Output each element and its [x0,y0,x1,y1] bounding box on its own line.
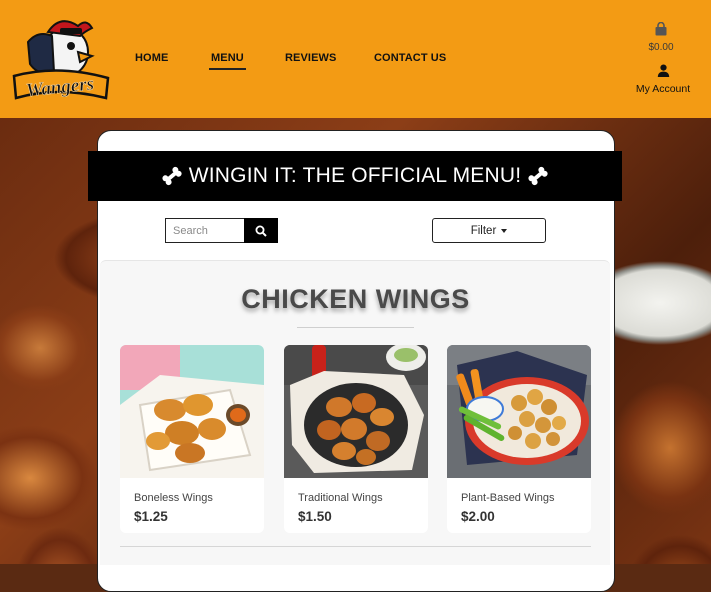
shopping-bag-icon [655,21,667,36]
plant-based-wings-photo [447,345,591,478]
menu-item-card[interactable]: Plant-Based Wings $2.00 [447,345,591,533]
search-form [165,218,278,243]
nav-reviews-link[interactable]: REVIEWS [285,52,336,64]
menu-item-price: $2.00 [461,509,495,524]
bone-icon [528,166,548,186]
site-header: Wangers HOME MENU REVIEWS CONTACT US $0.… [0,0,711,118]
menu-item-name: Boneless Wings [134,492,213,504]
menu-item-card[interactable]: Traditional Wings $1.50 [284,345,428,533]
my-account-button[interactable]: My Account [632,64,694,95]
boneless-wings-photo [120,345,264,478]
bone-icon [162,166,182,186]
banner-title: WINGIN IT: THE OFFICIAL MENU! [188,164,522,187]
nav-menu-link[interactable]: MENU [209,52,246,70]
nav-contact-link[interactable]: CONTACT US [374,52,446,64]
menu-item-price: $1.50 [298,509,332,524]
menu-item-price: $1.25 [134,509,168,524]
my-account-label: My Account [635,83,691,95]
menu-banner: WINGIN IT: THE OFFICIAL MENU! [88,151,622,201]
cart-button[interactable]: $0.00 [640,21,682,53]
wangers-logo[interactable]: Wangers [8,12,112,104]
search-button[interactable] [244,218,278,243]
menu-item-name: Traditional Wings [298,492,383,504]
user-icon [657,64,669,77]
search-input[interactable] [165,218,245,243]
search-icon [255,225,267,237]
caret-down-icon [501,228,508,233]
traditional-wings-photo [284,345,428,478]
section-bottom-divider [120,546,591,547]
menu-item-card[interactable]: Boneless Wings $1.25 [120,345,264,533]
section-title: CHICKEN WINGS [241,284,470,314]
menu-item-name: Plant-Based Wings [461,492,555,504]
cart-total: $0.00 [648,42,674,53]
section-divider [297,327,414,328]
nav-home-link[interactable]: HOME [135,52,168,64]
filter-label: Filter [470,224,497,237]
filter-dropdown-button[interactable]: Filter [432,218,546,243]
